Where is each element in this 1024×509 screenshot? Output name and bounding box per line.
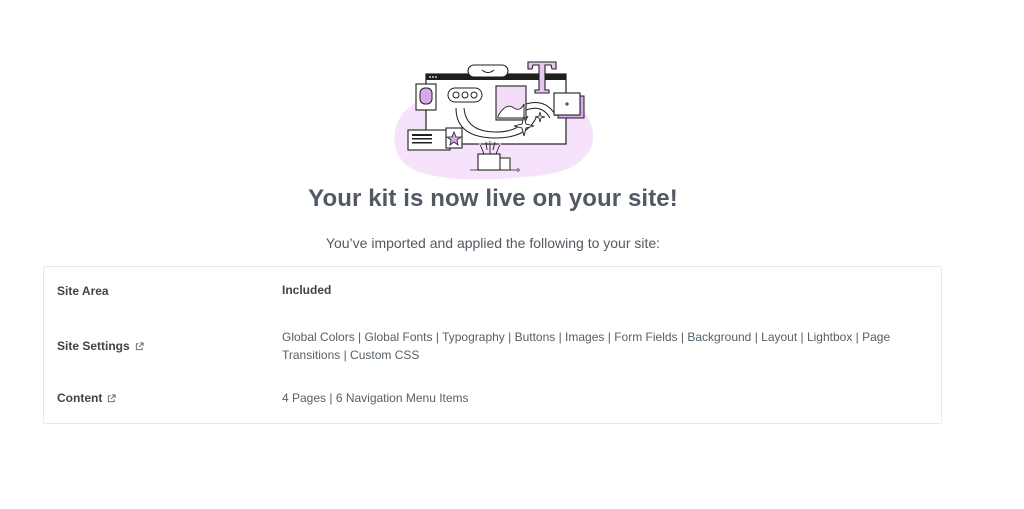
column-header-site-area: Site Area: [57, 284, 109, 298]
site-area-label: Content: [57, 391, 103, 405]
column-header-included: Included: [282, 283, 332, 297]
included-items: Global Colors | Global Fonts | Typograph…: [282, 330, 891, 362]
kit-import-success-page: Your kit is now live on your site! You’v…: [0, 0, 1024, 509]
site-settings-link[interactable]: Site Settings: [57, 339, 144, 353]
content-link[interactable]: Content: [57, 391, 116, 405]
page-subtitle: You’ve imported and applied the followin…: [325, 235, 661, 251]
page-title: Your kit is now live on your site!: [308, 185, 678, 212]
external-link-icon: [135, 341, 144, 350]
external-link-icon: [108, 393, 116, 402]
site-area-label: Site Settings: [57, 339, 130, 353]
included-items: 4 Pages | 6 Navigation Menu Items: [282, 391, 469, 405]
kit-illustration: [394, 61, 594, 180]
import-summary-table: Site Area Included Site Settings Global …: [43, 266, 942, 424]
